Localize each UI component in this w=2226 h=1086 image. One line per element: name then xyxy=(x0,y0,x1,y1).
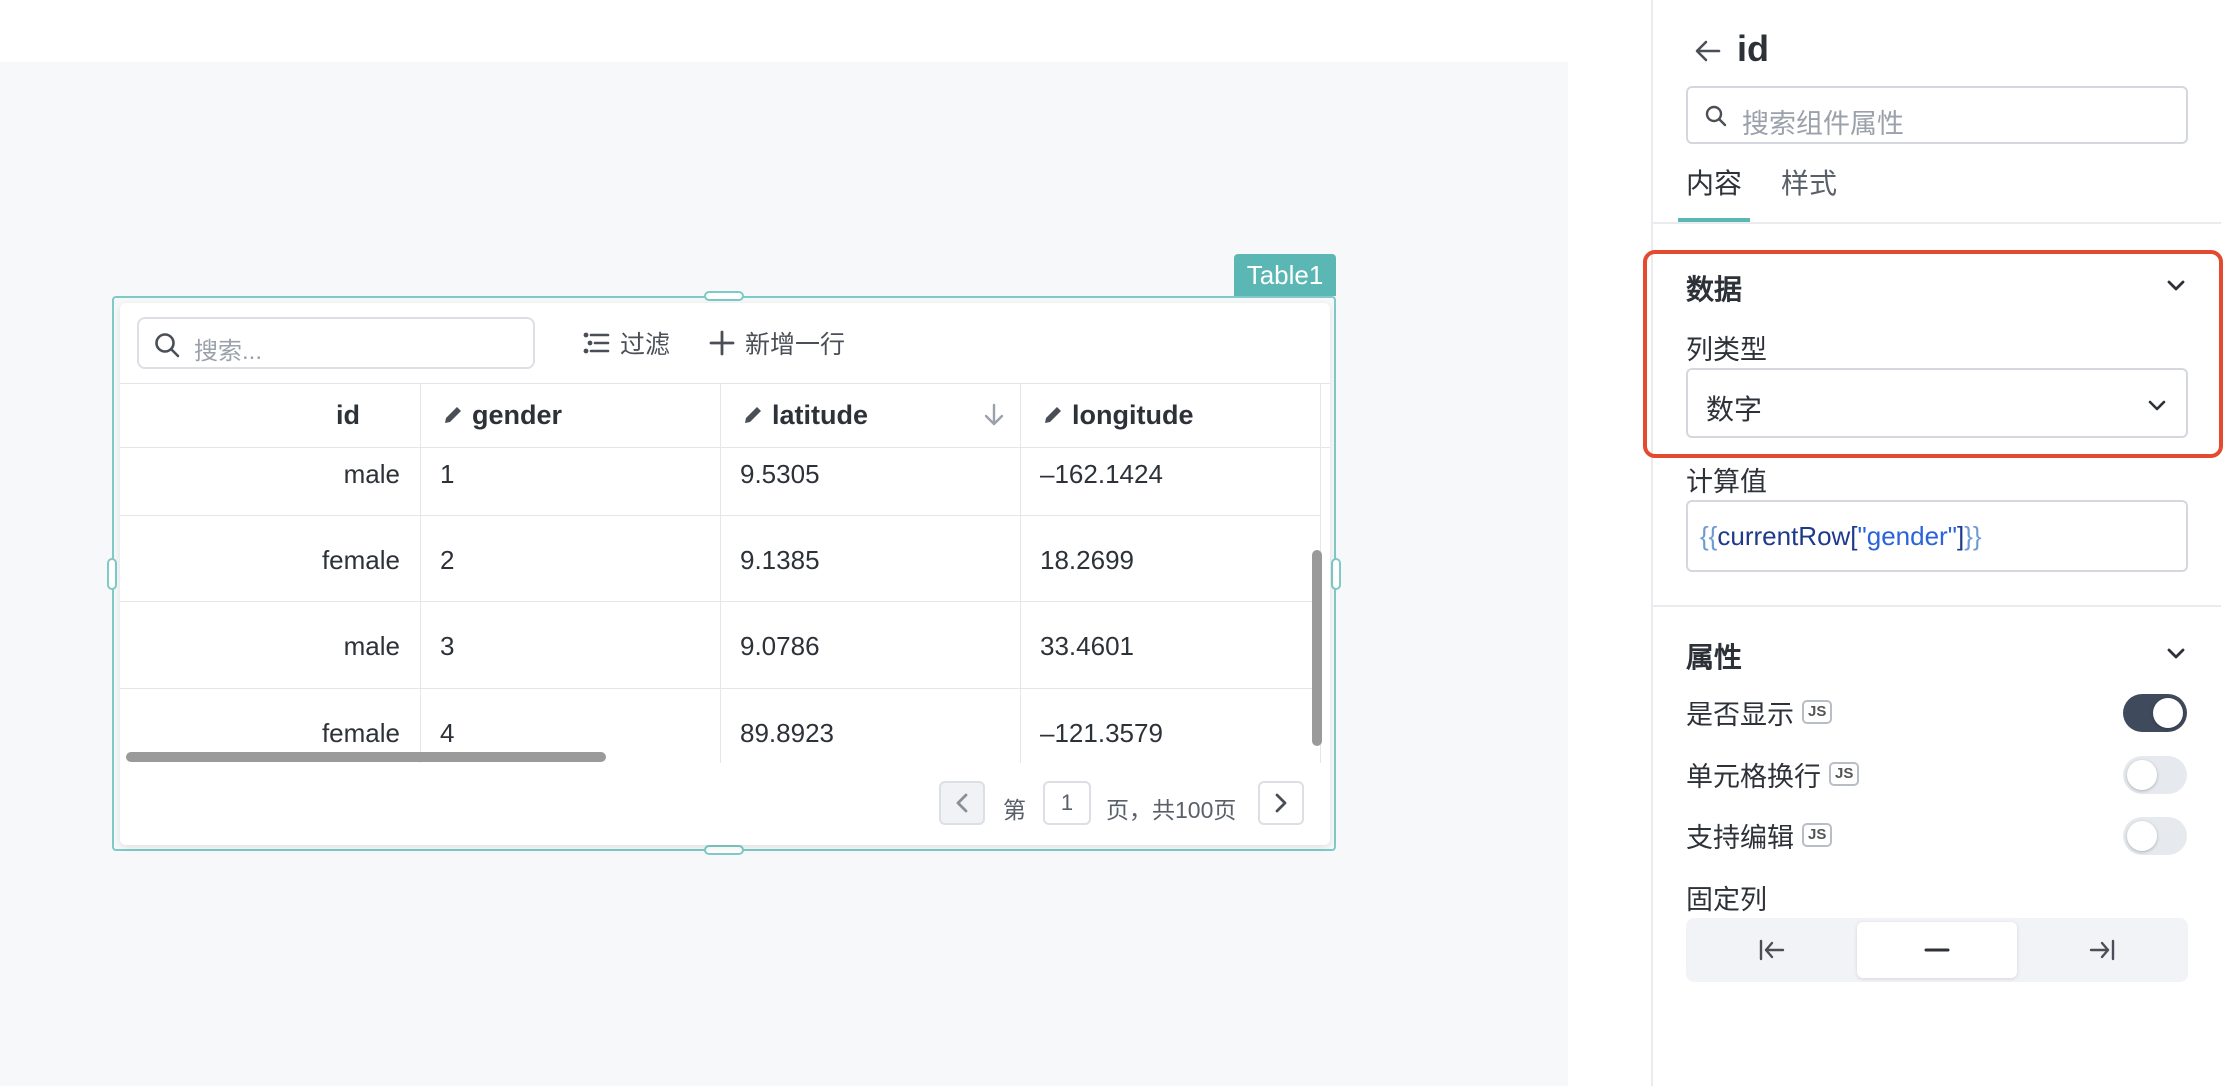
table-header: id gender latitude longitude xyxy=(120,383,1330,448)
table-row[interactable]: female 2 9.1385 18.2699 xyxy=(120,516,1320,602)
filter-icon xyxy=(583,332,610,354)
edit-pencil-icon xyxy=(1045,407,1061,423)
table-pagination: 第 1 页，共100页 xyxy=(120,763,1330,845)
section-divider xyxy=(1653,605,2221,607)
cell-longitude: 18.2699 xyxy=(1040,545,1134,575)
visible-row: 是否显示 JS xyxy=(1686,692,1833,732)
canvas-gutter xyxy=(1568,0,1651,1086)
add-row-button[interactable]: 新增一行 xyxy=(709,327,845,359)
cell-latitude: 9.0786 xyxy=(740,631,820,661)
code-brace-open: {{ xyxy=(1700,521,1718,551)
pin-right-icon xyxy=(2089,939,2115,961)
cell-id: male xyxy=(343,459,400,489)
code-string: "gender" xyxy=(1857,521,1957,551)
table-search-placeholder: 搜索... xyxy=(194,338,263,365)
code-identifier: currentRow[ xyxy=(1717,521,1858,551)
cell-longitude: 33.4601 xyxy=(1040,631,1134,661)
wrap-row: 单元格换行 JS xyxy=(1686,754,1860,794)
chevron-down-icon[interactable] xyxy=(2165,642,2187,664)
fixed-none-option[interactable] xyxy=(1857,922,2017,978)
cell-id: female xyxy=(321,545,400,575)
computed-value-editor[interactable]: {{currentRow["gender"]}} xyxy=(1686,500,2188,572)
prev-page-button[interactable] xyxy=(939,781,985,825)
cell-latitude: 9.5305 xyxy=(740,459,820,489)
edit-pencil-icon xyxy=(745,407,761,423)
fixed-left-option[interactable] xyxy=(1692,922,1852,978)
panel-title: id xyxy=(1737,28,1769,69)
cell-gender: 3 xyxy=(440,631,455,661)
search-icon xyxy=(1705,105,1727,127)
attributes-section-title[interactable]: 属性 xyxy=(1686,636,1742,676)
toggle-knob xyxy=(2127,760,2157,790)
data-section-highlight xyxy=(1643,250,2223,458)
table-toolbar: 搜索... 过滤 新增一行 xyxy=(120,303,1330,384)
page-prefix: 第 xyxy=(1003,797,1026,823)
arrow-left-icon[interactable] xyxy=(1693,36,1723,66)
table-component-tag[interactable]: Table1 xyxy=(1234,254,1336,296)
resize-handle-right[interactable] xyxy=(1331,558,1341,590)
page-number-input[interactable]: 1 xyxy=(1043,781,1091,825)
table-row[interactable]: male 3 9.0786 33.4601 xyxy=(120,602,1320,689)
cell-id: male xyxy=(343,631,400,661)
cell-gender: 1 xyxy=(440,459,455,489)
minus-icon xyxy=(1924,948,1950,952)
tabs-divider xyxy=(1653,222,2221,224)
cell-longitude: –121.3579 xyxy=(1040,718,1163,748)
table-search-input[interactable]: 搜索... xyxy=(137,317,535,369)
pin-left-icon xyxy=(1759,939,1785,961)
resize-handle-left[interactable] xyxy=(107,558,117,590)
property-panel: id 搜索组件属性 内容 样式 数据 列类型 数字 计算值 {{currentR… xyxy=(1651,0,2226,1086)
toggle-knob xyxy=(2153,698,2183,728)
js-toggle-badge[interactable]: JS xyxy=(1802,700,1833,724)
cell-id: female xyxy=(321,718,400,748)
fixed-right-option[interactable] xyxy=(2022,922,2182,978)
sort-arrow-down-icon[interactable] xyxy=(982,402,1006,428)
filter-label: 过滤 xyxy=(620,331,671,359)
plus-icon xyxy=(709,330,735,356)
filter-button[interactable]: 过滤 xyxy=(582,327,670,359)
editable-toggle[interactable] xyxy=(2123,817,2187,855)
tab-style[interactable]: 样式 xyxy=(1781,162,1837,202)
data-table: 搜索... 过滤 新增一行 id gender latitude longitu… xyxy=(120,303,1330,845)
visible-label: 是否显示 xyxy=(1686,699,1794,730)
computed-value-label: 计算值 xyxy=(1686,467,1767,497)
vertical-scrollbar[interactable] xyxy=(1312,550,1322,746)
fixed-column-segmented xyxy=(1686,918,2188,982)
column-header-latitude[interactable]: latitude xyxy=(720,383,1020,447)
edit-pencil-icon xyxy=(445,407,461,423)
column-header-id[interactable]: id xyxy=(120,383,420,447)
horizontal-scrollbar[interactable] xyxy=(126,752,606,762)
chevron-right-icon xyxy=(1275,793,1287,813)
chevron-left-icon xyxy=(956,793,968,813)
code-brace-close: }} xyxy=(1964,521,1982,551)
page-total: 页，共100页 xyxy=(1106,797,1237,823)
tab-content[interactable]: 内容 xyxy=(1686,162,1742,202)
fixed-column-label: 固定列 xyxy=(1686,885,1767,915)
editable-row: 支持编辑 JS xyxy=(1686,815,1833,855)
resize-handle-bottom[interactable] xyxy=(704,845,744,855)
resize-handle-top[interactable] xyxy=(704,291,744,301)
cell-latitude: 89.8923 xyxy=(740,718,834,748)
cell-latitude: 9.1385 xyxy=(740,545,820,575)
cell-longitude: –162.1424 xyxy=(1040,459,1163,489)
table-row[interactable]: male 1 9.5305 –162.1424 xyxy=(120,447,1320,516)
property-search-input[interactable]: 搜索组件属性 xyxy=(1686,86,2188,144)
search-icon xyxy=(155,333,180,358)
visible-toggle[interactable] xyxy=(2123,694,2187,732)
editable-label: 支持编辑 xyxy=(1686,822,1794,853)
js-toggle-badge[interactable]: JS xyxy=(1802,823,1833,847)
column-header-gender[interactable]: gender xyxy=(420,383,720,447)
property-search-placeholder: 搜索组件属性 xyxy=(1742,109,1904,139)
column-header-longitude[interactable]: longitude xyxy=(1020,383,1320,447)
cell-gender: 2 xyxy=(440,545,455,575)
toggle-knob xyxy=(2127,821,2157,851)
next-page-button[interactable] xyxy=(1258,781,1304,825)
add-row-label: 新增一行 xyxy=(745,331,846,359)
wrap-label: 单元格换行 xyxy=(1686,761,1821,792)
wrap-toggle[interactable] xyxy=(2123,756,2187,794)
canvas-top-strip xyxy=(0,0,1568,62)
js-toggle-badge[interactable]: JS xyxy=(1829,762,1860,786)
cell-gender: 4 xyxy=(440,718,455,748)
